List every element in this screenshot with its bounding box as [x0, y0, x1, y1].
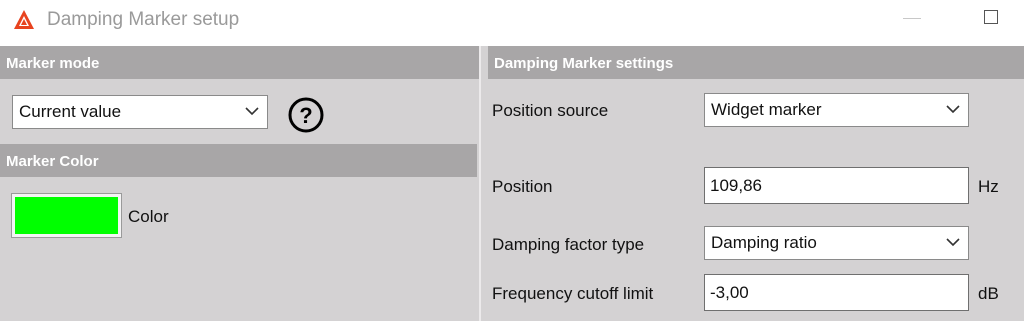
- position-label: Position: [492, 177, 553, 196]
- chevron-down-icon: [946, 238, 960, 247]
- position-input[interactable]: 109,86: [704, 167, 969, 204]
- question-mark-icon[interactable]: ?: [287, 96, 325, 134]
- damping-factor-type-value: Damping ratio: [711, 233, 817, 252]
- window-title: Damping Marker setup: [47, 9, 240, 30]
- marker-mode-header: Marker mode: [0, 46, 479, 79]
- position-unit: Hz: [978, 177, 999, 196]
- damping-factor-type-label: Damping factor type: [492, 235, 645, 254]
- color-swatch-fill: [15, 197, 118, 234]
- color-swatch-button[interactable]: [11, 193, 122, 238]
- color-label: Color: [128, 207, 169, 226]
- chevron-down-icon: [245, 107, 259, 116]
- dialog-content: Marker mode Current value ? Marker Color…: [0, 46, 1024, 321]
- frequency-cutoff-limit-label: Frequency cutoff limit: [492, 284, 654, 303]
- svg-text:?: ?: [299, 103, 312, 128]
- damping-marker-settings-header: Damping Marker settings: [488, 46, 1024, 79]
- damping-factor-type-dropdown[interactable]: Damping ratio: [704, 226, 969, 260]
- column-divider: [479, 46, 481, 321]
- frequency-cutoff-input[interactable]: -3,00: [704, 274, 969, 311]
- minimize-button[interactable]: [903, 18, 921, 19]
- position-source-value: Widget marker: [711, 100, 822, 119]
- chevron-down-icon: [946, 105, 960, 114]
- maximize-button[interactable]: [984, 10, 998, 24]
- title-bar: Damping Marker setup: [0, 0, 1024, 46]
- position-source-label: Position source: [492, 101, 609, 120]
- marker-mode-dropdown[interactable]: Current value: [12, 95, 268, 129]
- frequency-cutoff-unit: dB: [978, 284, 999, 303]
- position-source-dropdown[interactable]: Widget marker: [704, 93, 969, 127]
- marker-color-header: Marker Color: [0, 144, 477, 177]
- marker-mode-value: Current value: [19, 102, 122, 121]
- app-logo-icon: [14, 10, 34, 29]
